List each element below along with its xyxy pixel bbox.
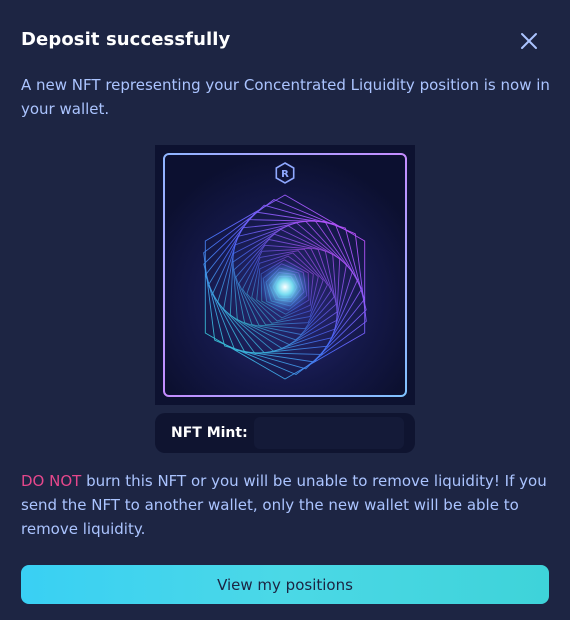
nft-mint-value[interactable] <box>253 417 404 449</box>
svg-text:R: R <box>281 169 289 180</box>
deposit-success-dialog: Deposit successfully A new NFT represent… <box>0 0 570 620</box>
view-positions-button[interactable]: View my positions <box>21 565 549 604</box>
warning-highlight: DO NOT <box>21 472 82 490</box>
nft-mint-label: NFT Mint: <box>171 425 248 441</box>
close-icon[interactable] <box>516 28 542 54</box>
dialog-title: Deposit successfully <box>21 29 231 50</box>
warning-body: burn this NFT or you will be unable to r… <box>21 472 547 538</box>
nft-mint-row: NFT Mint: <box>155 413 415 453</box>
warning-text: DO NOT burn this NFT or you will be unab… <box>21 469 556 541</box>
nft-image: R <box>155 145 415 405</box>
dialog-description: A new NFT representing your Concentrated… <box>21 76 550 118</box>
